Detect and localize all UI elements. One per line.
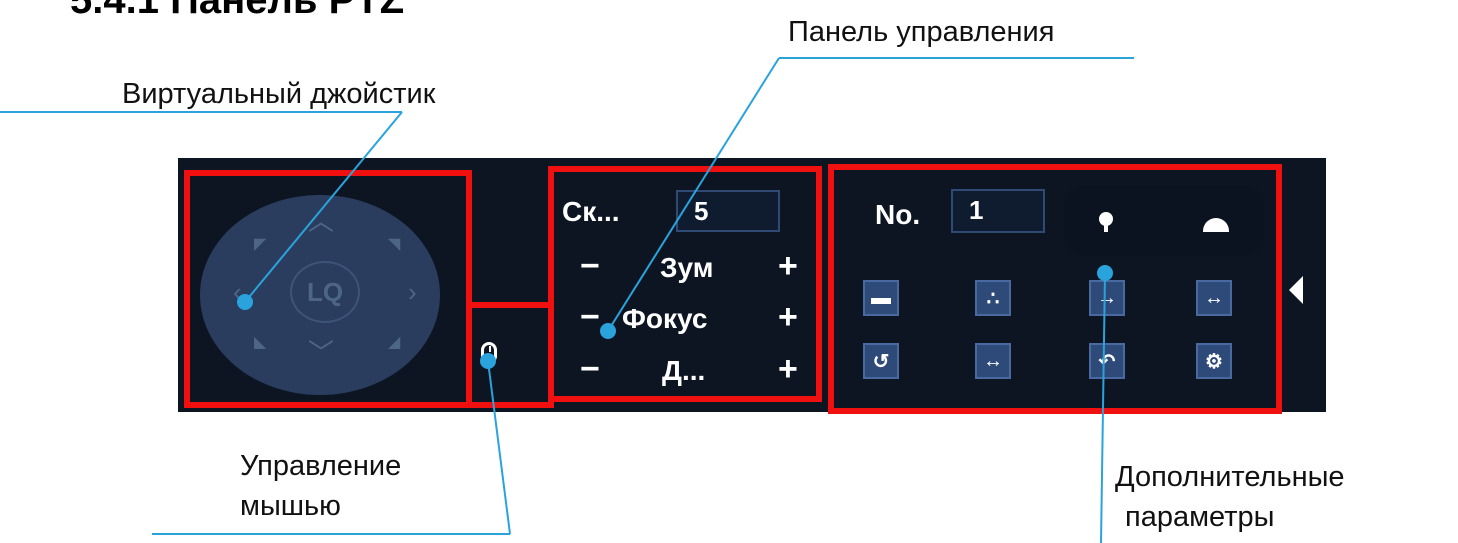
callout-lines [0, 57, 1134, 543]
joystick-dot [237, 294, 253, 310]
mouse-leader [487, 360, 511, 535]
extra-params-leader [1100, 272, 1106, 543]
control-panel-leader [607, 57, 780, 332]
control-panel-dot [600, 323, 616, 339]
mouse-dot [480, 353, 496, 369]
joystick-leader [244, 111, 403, 303]
extra-params-dot [1097, 265, 1113, 281]
